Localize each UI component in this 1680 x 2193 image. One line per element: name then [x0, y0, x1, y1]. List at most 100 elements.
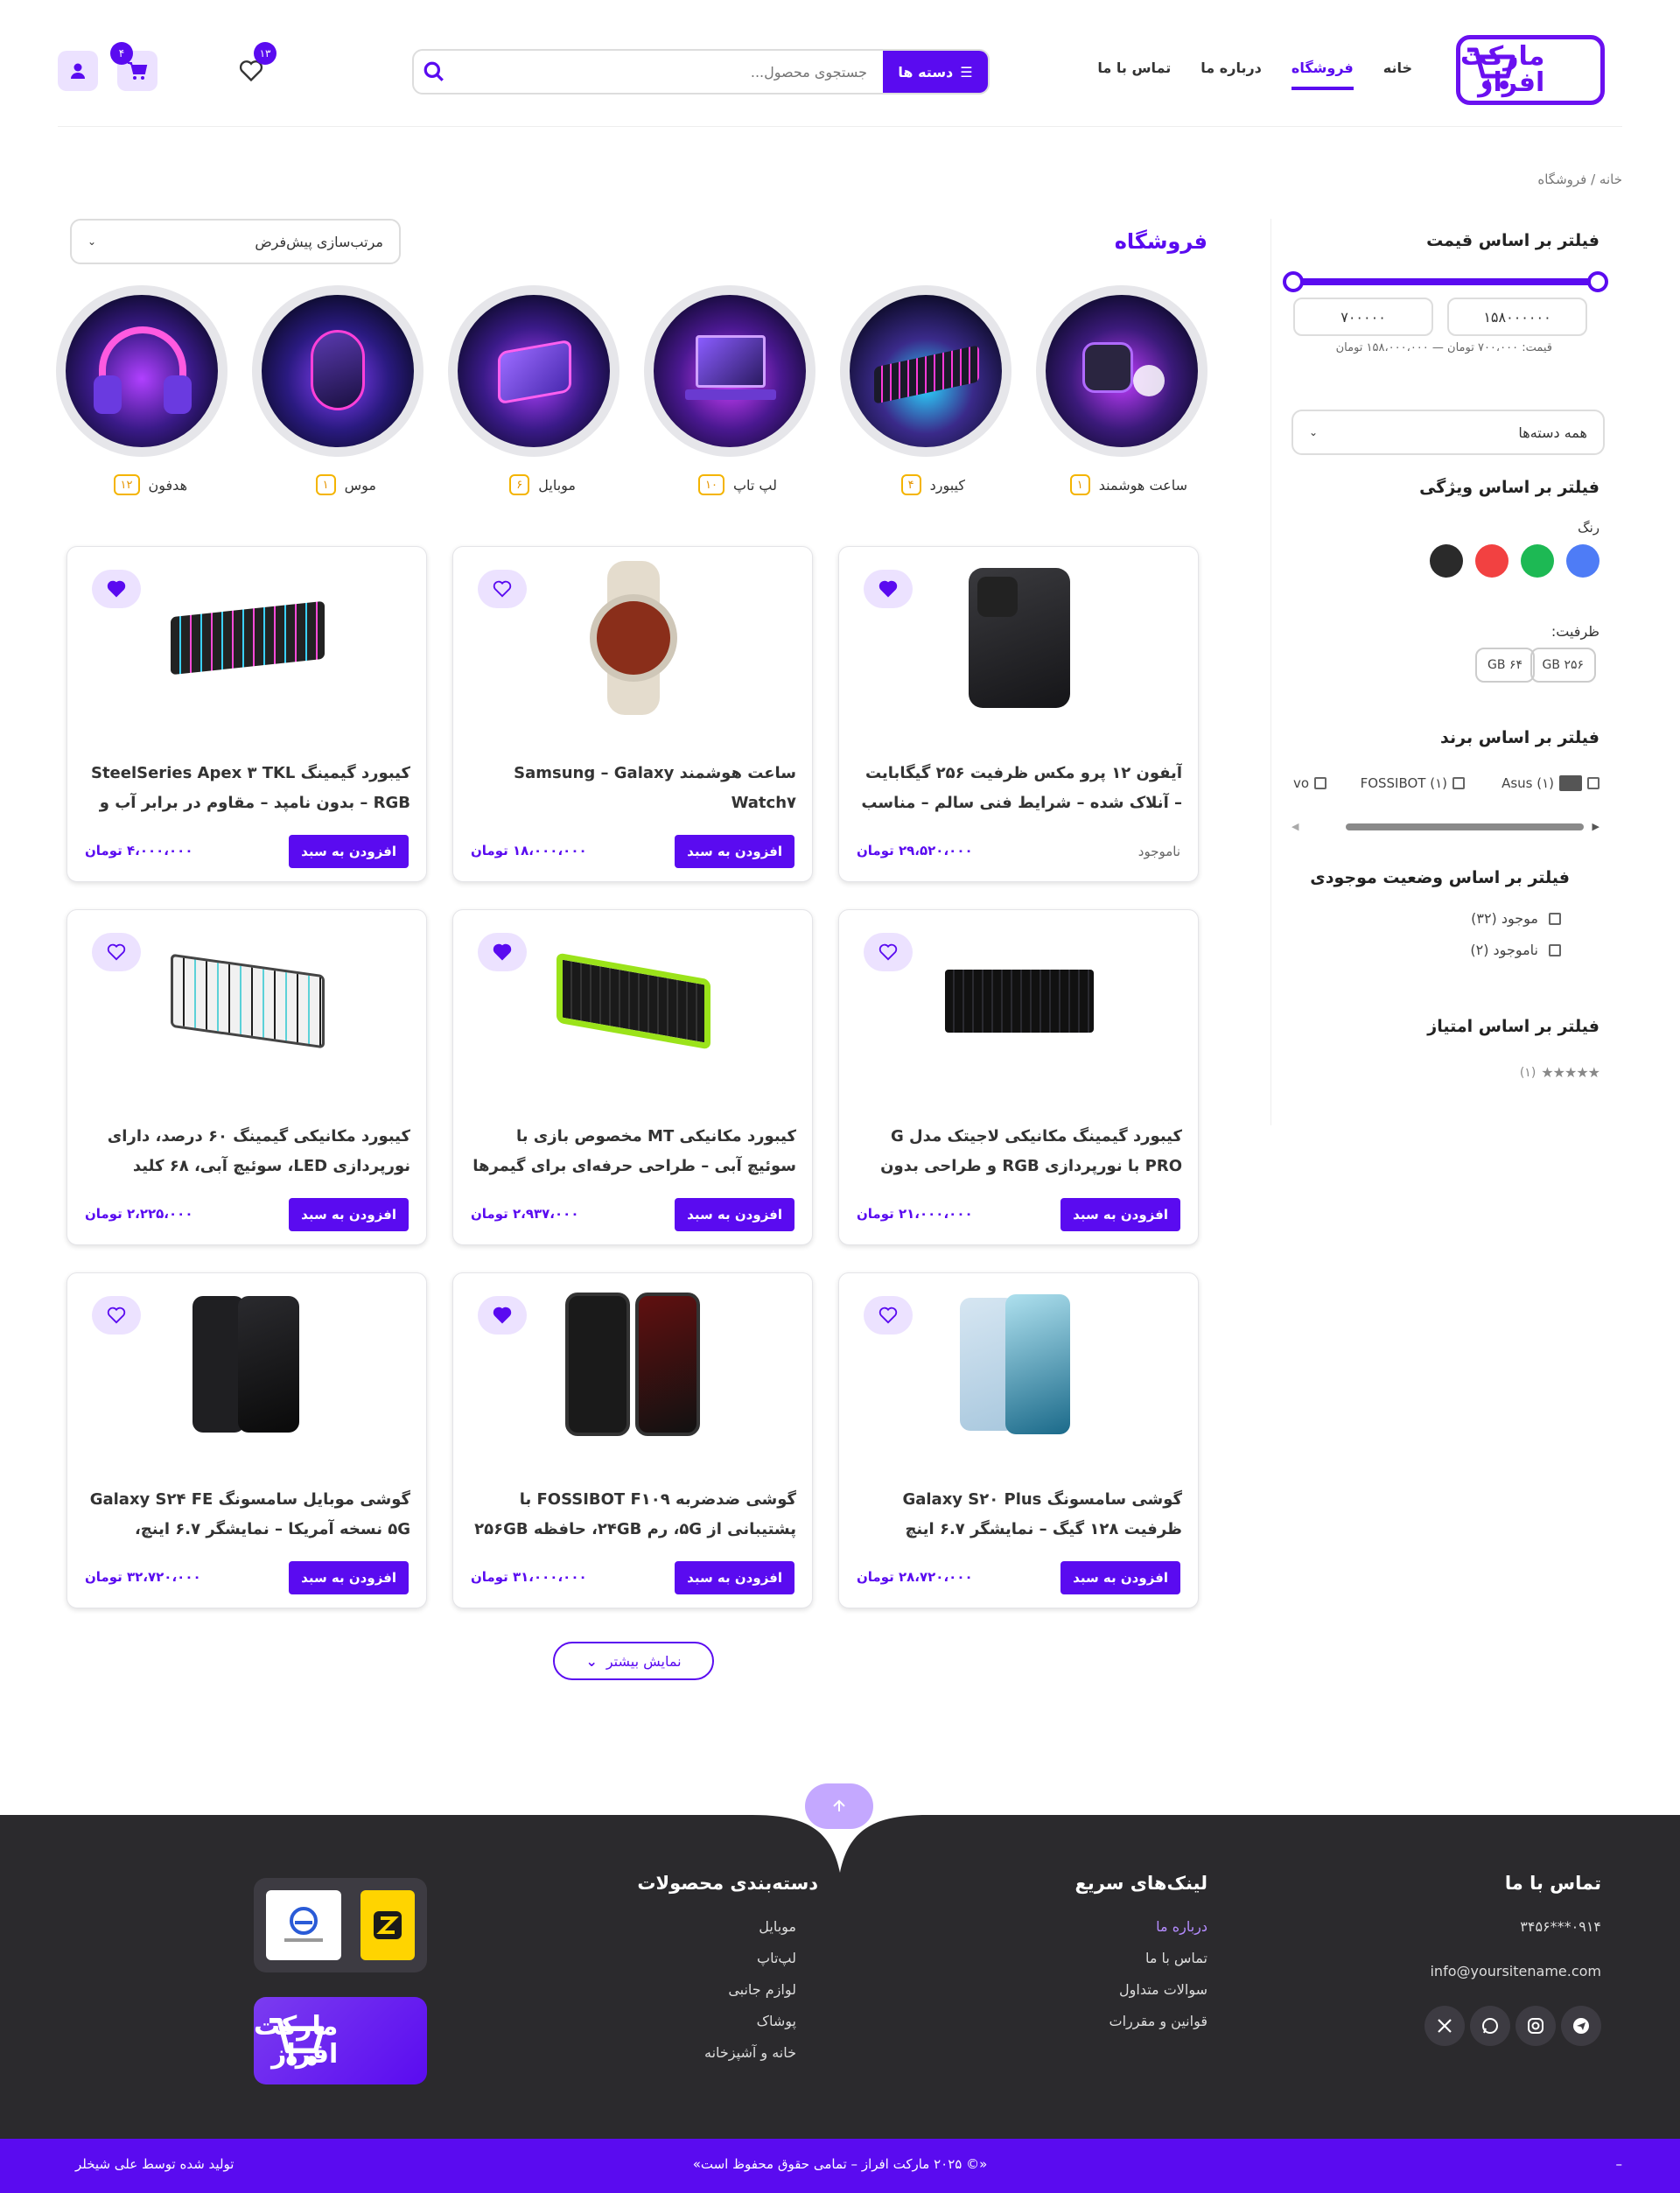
whatsapp-button[interactable]: [1470, 2006, 1510, 2046]
product-image[interactable]: [160, 1286, 335, 1443]
category-label-laptop[interactable]: لپ تاپ ۱۰: [697, 474, 777, 495]
category-mobile[interactable]: [448, 285, 620, 457]
footer-link-about[interactable]: درباره ما: [1156, 1918, 1208, 1935]
category-smartwatch[interactable]: [1036, 285, 1208, 457]
brand-scrollbar[interactable]: ▶ ◀: [1292, 821, 1600, 833]
zarinpal-badge[interactable]: [360, 1890, 415, 1960]
telegram-button[interactable]: [1561, 2006, 1601, 2046]
wishlist-toggle[interactable]: [92, 933, 141, 971]
load-more-button[interactable]: نمایش بیشتر ⌄: [553, 1642, 714, 1680]
brand-option-asus[interactable]: Asus (۱): [1502, 775, 1600, 791]
product-image[interactable]: [932, 922, 1107, 1080]
scroll-right-arrow[interactable]: ▶: [1592, 821, 1600, 832]
product-card[interactable]: ساعت هوشمند Samsung – Galaxy Watch۷ افزود…: [452, 546, 813, 882]
product-card[interactable]: گوشی ضدضربه FOSSIBOT F۱۰۹ با پشتیبانی از…: [452, 1272, 813, 1608]
product-title[interactable]: گوشی سامسونگ Galaxy S۲۰ Plus ظرفیت ۱۲۸ گ…: [855, 1485, 1182, 1546]
product-title[interactable]: کیبورد مکانیکی MT مخصوص بازی با سوئیچ آب…: [469, 1122, 796, 1183]
search-icon[interactable]: [423, 60, 445, 83]
add-to-cart-button[interactable]: افزودن به سبد: [1060, 1561, 1180, 1594]
product-card[interactable]: کیبورد مکانیکی گیمینگ ۶۰ درصد، دارای نور…: [66, 909, 427, 1245]
capacity-option-256[interactable]: ۲۵۶ GB: [1530, 648, 1596, 683]
sort-select[interactable]: مرتب‌سازی پیش‌فرض ⌄: [70, 219, 401, 264]
cart-button[interactable]: ۴: [110, 42, 158, 91]
wishlist-button[interactable]: ۱۳: [231, 42, 276, 91]
wishlist-toggle[interactable]: [478, 933, 527, 971]
product-title[interactable]: کیبورد گیمینگ SteelSeries Apex ۳ TKL RGB…: [83, 759, 410, 820]
product-card[interactable]: کیبورد گیمینگ SteelSeries Apex ۳ TKL RGB…: [66, 546, 427, 882]
product-image[interactable]: [160, 559, 335, 717]
nav-about[interactable]: درباره ما: [1200, 60, 1262, 90]
nav-contact[interactable]: تماس با ما: [1097, 60, 1171, 90]
scrollbar-thumb[interactable]: [1346, 823, 1584, 830]
category-mouse[interactable]: [252, 285, 424, 457]
nav-shop[interactable]: فروشگاه: [1291, 60, 1354, 90]
footer-cat-accessories[interactable]: لوازم جانبی: [728, 1981, 796, 1998]
product-title[interactable]: آیفون ۱۲ پرو مکس ظرفیت ۲۵۶ گیگابایت – آن…: [855, 759, 1182, 820]
stock-option-unavailable[interactable]: ناموجود (۲): [1470, 942, 1561, 958]
checkbox[interactable]: [1452, 777, 1465, 789]
price-max-handle[interactable]: [1587, 271, 1608, 292]
breadcrumb[interactable]: خانه / فروشگاه: [1537, 172, 1622, 187]
add-to-cart-button[interactable]: افزودن به سبد: [675, 835, 794, 868]
checkbox[interactable]: [1549, 943, 1561, 956]
product-card[interactable]: گوشی سامسونگ Galaxy S۲۰ Plus ظرفیت ۱۲۸ گ…: [838, 1272, 1199, 1608]
back-to-top-button[interactable]: [805, 1783, 873, 1829]
product-card[interactable]: کیبورد گیمینگ مکانیکی لاجیتک مدل G PRO ب…: [838, 909, 1199, 1245]
price-min-input[interactable]: ۷۰۰۰۰۰: [1293, 298, 1433, 336]
category-label-headphones[interactable]: هدفون ۱۲: [113, 474, 187, 495]
product-image[interactable]: [932, 1286, 1107, 1443]
footer-email[interactable]: info@yoursitename.com: [1430, 1963, 1601, 1979]
category-label-mobile[interactable]: موبایل ۶: [509, 474, 576, 495]
stock-option-available[interactable]: موجود (۳۲): [1471, 910, 1561, 927]
footer-cat-home[interactable]: خانه و آشپزخانه: [704, 2044, 796, 2061]
add-to-cart-button[interactable]: افزودن به سبد: [289, 1198, 409, 1231]
add-to-cart-button[interactable]: افزودن به سبد: [1060, 1198, 1180, 1231]
footer-link-faq[interactable]: سوالات متداول: [1119, 1981, 1208, 1998]
wishlist-toggle[interactable]: [864, 933, 913, 971]
product-image[interactable]: [160, 922, 335, 1080]
product-title[interactable]: ساعت هوشمند Samsung – Galaxy Watch۷: [469, 759, 796, 820]
color-swatch-blue[interactable]: [1566, 544, 1600, 578]
search-input[interactable]: [473, 51, 876, 93]
category-label-smartwatch[interactable]: ساعت هوشمند ۱: [1069, 474, 1187, 495]
product-card[interactable]: آیفون ۱۲ پرو مکس ظرفیت ۲۵۶ گیگابایت – آن…: [838, 546, 1199, 882]
product-title[interactable]: کیبورد گیمینگ مکانیکی لاجیتک مدل G PRO ب…: [855, 1122, 1182, 1183]
footer-logo[interactable]: مارکت افراز: [254, 1997, 427, 2084]
add-to-cart-button[interactable]: افزودن به سبد: [289, 835, 409, 868]
category-select[interactable]: همه دسته‌ها ⌄: [1292, 410, 1605, 455]
enamad-badge[interactable]: [266, 1890, 341, 1960]
checkbox[interactable]: [1587, 777, 1600, 789]
price-range-slider[interactable]: [1283, 271, 1608, 292]
product-image[interactable]: [932, 559, 1107, 717]
nav-home[interactable]: خانه: [1383, 60, 1412, 90]
brand-option-fossibot[interactable]: FOSSIBOT (۱): [1361, 775, 1465, 791]
brand-option-vo[interactable]: vo: [1293, 775, 1326, 791]
footer-link-terms[interactable]: قوانین و مقررات: [1110, 2013, 1208, 2029]
product-card[interactable]: گوشی موبایل سامسونگ Galaxy S۲۴ FE ۵G نسخ…: [66, 1272, 427, 1608]
product-title[interactable]: گوشی ضدضربه FOSSIBOT F۱۰۹ با پشتیبانی از…: [469, 1485, 796, 1546]
category-laptop[interactable]: [644, 285, 816, 457]
category-headphones[interactable]: [56, 285, 228, 457]
footer-cat-mobile[interactable]: موبایل: [759, 1918, 796, 1935]
price-min-handle[interactable]: [1283, 271, 1304, 292]
wishlist-toggle[interactable]: [864, 1296, 913, 1335]
wishlist-toggle[interactable]: [478, 1296, 527, 1335]
site-logo[interactable]: مارکت افراز: [1456, 35, 1605, 105]
categories-button[interactable]: ☰ دسته ها: [883, 51, 988, 93]
product-image[interactable]: [546, 1286, 721, 1443]
category-label-keyboard[interactable]: کیبورد ۴: [900, 474, 965, 495]
wishlist-toggle[interactable]: [92, 570, 141, 608]
wishlist-toggle[interactable]: [92, 1296, 141, 1335]
checkbox[interactable]: [1314, 777, 1326, 789]
product-title[interactable]: کیبورد مکانیکی گیمینگ ۶۰ درصد، دارای نور…: [83, 1122, 410, 1183]
instagram-button[interactable]: [1516, 2006, 1556, 2046]
product-image[interactable]: [546, 922, 721, 1080]
color-swatch-black[interactable]: [1430, 544, 1463, 578]
footer-cat-laptop[interactable]: لپ‌تاپ: [757, 1950, 796, 1966]
capacity-option-64[interactable]: ۶۴ GB: [1475, 648, 1535, 683]
rating-option-5[interactable]: ★★★★★ (۱): [1520, 1064, 1600, 1081]
color-swatch-green[interactable]: [1521, 544, 1554, 578]
product-image[interactable]: [546, 559, 721, 717]
add-to-cart-button[interactable]: افزودن به سبد: [289, 1561, 409, 1594]
footer-link-contact[interactable]: تماس با ما: [1145, 1950, 1208, 1966]
